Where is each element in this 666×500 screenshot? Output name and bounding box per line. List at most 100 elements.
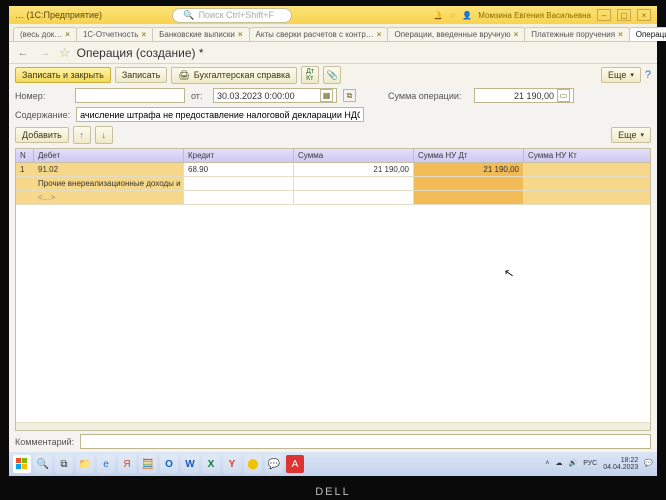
save-button[interactable]: Записать [115, 67, 167, 83]
dt-kt-button[interactable]: ДтКт [301, 66, 319, 84]
doc-tab[interactable]: Банковские выписки× [152, 27, 249, 41]
help-button[interactable]: ? [645, 69, 651, 81]
col-header-nukt[interactable]: Сумма НУ Кт [524, 149, 650, 163]
add-row-button[interactable]: Добавить [15, 127, 69, 143]
table-row[interactable]: 1 91.02 68.90 21 190,00 21 190,00 [16, 163, 650, 177]
1c-icon[interactable]: ⬤ [244, 455, 262, 473]
move-down-button[interactable]: ↓ [95, 126, 113, 144]
label-content: Содержание: [15, 110, 70, 120]
move-up-button[interactable]: ↑ [73, 126, 91, 144]
cell-debit-extra[interactable]: <…> [34, 191, 184, 205]
cell-sum[interactable]: 21 190,00 [294, 163, 414, 177]
explorer-icon[interactable]: 📁 [76, 455, 94, 473]
col-header-sum[interactable]: Сумма [294, 149, 414, 163]
doc-tab[interactable]: 1С-Отчетность× [76, 27, 153, 41]
col-header-nudt[interactable]: Сумма НУ Дт [414, 149, 524, 163]
tray-clock[interactable]: 18:2204.04.2023 [603, 457, 638, 472]
col-header-credit[interactable]: Кредит [184, 149, 294, 163]
cell-nudt[interactable]: 21 190,00 [414, 163, 524, 177]
tab-close-icon[interactable]: × [141, 30, 146, 39]
nav-row: ← → ☆ Операция (создание) * [9, 42, 657, 64]
start-button[interactable] [13, 455, 31, 473]
search-icon: 🔍 [183, 10, 194, 21]
global-search[interactable]: 🔍 Поиск Ctrl+Shift+F [172, 8, 292, 23]
user-name: Момзина Евгения Васильевна [478, 11, 591, 20]
taskview-icon[interactable]: ⧉ [55, 455, 73, 473]
os-taskbar: 🔍 ⧉ 📁 e Я 🧮 O W X Y ⬤ 💬 A ˄ ☁ 🔊 РУС 18:2… [9, 452, 657, 476]
printer-icon: 🖨 [178, 70, 189, 81]
cell-credit-acc[interactable]: 68.90 [184, 163, 294, 177]
col-header-debit[interactable]: Дебет [34, 149, 184, 163]
command-bar: Записать и закрыть Записать 🖨 Бухгалтерс… [9, 64, 657, 86]
number-field[interactable] [75, 88, 185, 103]
tray-cloud-icon[interactable]: ☁ [555, 460, 562, 467]
calc-icon[interactable]: 🧮 [139, 455, 157, 473]
cell-nukt[interactable] [524, 163, 650, 177]
label-sum: Сумма операции: [388, 91, 468, 101]
attach-button[interactable]: 📎 [323, 66, 341, 84]
tray-notifications-icon[interactable]: 💬 [644, 460, 653, 467]
calendar-icon[interactable]: ▦ [320, 89, 333, 102]
more-button[interactable]: Еще▾ [601, 67, 641, 83]
tab-close-icon[interactable]: × [238, 30, 243, 39]
browser-icon[interactable]: Я [118, 455, 136, 473]
doc-tab[interactable]: Операции, введенные вручную× [387, 27, 525, 41]
taskbar-search-icon[interactable]: 🔍 [34, 455, 52, 473]
laptop-brand: DELL [315, 486, 351, 498]
grid-footer [16, 422, 650, 430]
app-icon[interactable]: Y [223, 455, 241, 473]
sum-field[interactable]: 21 190,00 ▭ [474, 88, 574, 103]
col-header-n[interactable]: N [16, 149, 34, 163]
cell-debit-acc[interactable]: 91.02 [34, 163, 184, 177]
label-date: от: [191, 91, 207, 101]
star-icon[interactable]: ☆ [449, 11, 456, 20]
postings-grid: N Дебет Кредит Сумма Сумма НУ Дт Сумма Н… [15, 148, 651, 431]
doc-tab[interactable]: (весь док…× [13, 27, 77, 41]
doc-tab-strip: (весь док…× 1С-Отчетность× Банковские вы… [9, 24, 657, 42]
close-button[interactable]: × [637, 9, 651, 21]
doc-tab[interactable]: Акты сверки расчетов с контр…× [249, 27, 389, 41]
tab-close-icon[interactable]: × [514, 30, 519, 39]
pdf-icon[interactable]: A [286, 455, 304, 473]
date-field[interactable]: 30.03.2023 0:00:00 ▦ [213, 88, 337, 103]
edge-icon[interactable]: e [97, 455, 115, 473]
bell-icon[interactable]: 🔔 [433, 11, 443, 20]
content-field[interactable] [76, 107, 364, 122]
chat-icon[interactable]: 💬 [265, 455, 283, 473]
tray-chevron-icon[interactable]: ˄ [545, 460, 549, 467]
nav-back-button[interactable]: ← [15, 45, 31, 61]
comment-field[interactable] [80, 434, 651, 449]
tray-lang[interactable]: РУС [583, 460, 597, 467]
tray-volume-icon[interactable]: 🔊 [568, 460, 577, 467]
table-row[interactable]: Прочие внереализационные доходы и расх… [16, 177, 650, 191]
save-close-button[interactable]: Записать и закрыть [15, 67, 111, 83]
user-icon: 👤 [462, 11, 472, 20]
cell-debit-desc[interactable]: Прочие внереализационные доходы и расх… [34, 177, 184, 191]
cell-n[interactable]: 1 [16, 163, 34, 177]
doc-tab[interactable]: Операция (создание) *× [629, 27, 666, 41]
chevron-down-icon: ▾ [630, 71, 634, 79]
tab-close-icon[interactable]: × [377, 30, 382, 39]
chevron-down-icon: ▾ [640, 131, 644, 139]
label-comment: Комментарий: [15, 437, 74, 447]
buh-report-button[interactable]: 🖨 Бухгалтерская справка [171, 67, 297, 84]
outlook-icon[interactable]: O [160, 455, 178, 473]
app-context-text: … (1С:Предприятие) [15, 10, 102, 20]
tab-close-icon[interactable]: × [618, 30, 623, 39]
global-search-placeholder: Поиск Ctrl+Shift+F [199, 10, 274, 20]
app-title-bar: … (1С:Предприятие) 🔍 Поиск Ctrl+Shift+F … [9, 6, 657, 24]
nav-fwd-button[interactable]: → [37, 45, 53, 61]
excel-icon[interactable]: X [202, 455, 220, 473]
favorite-toggle[interactable]: ☆ [59, 45, 71, 61]
maximize-button[interactable]: ▢ [617, 9, 631, 21]
grid-more-button[interactable]: Еще▾ [611, 127, 651, 143]
calc-icon[interactable]: ▭ [557, 89, 570, 102]
date-helper-button[interactable]: ⧉ [343, 89, 356, 102]
page-title: Операция (создание) * [77, 46, 204, 60]
word-icon[interactable]: W [181, 455, 199, 473]
table-row[interactable]: <…> [16, 191, 650, 205]
tab-close-icon[interactable]: × [65, 30, 70, 39]
label-number: Номер: [15, 91, 69, 101]
doc-tab[interactable]: Платежные поручения× [524, 27, 629, 41]
minimize-button[interactable]: – [597, 9, 611, 21]
